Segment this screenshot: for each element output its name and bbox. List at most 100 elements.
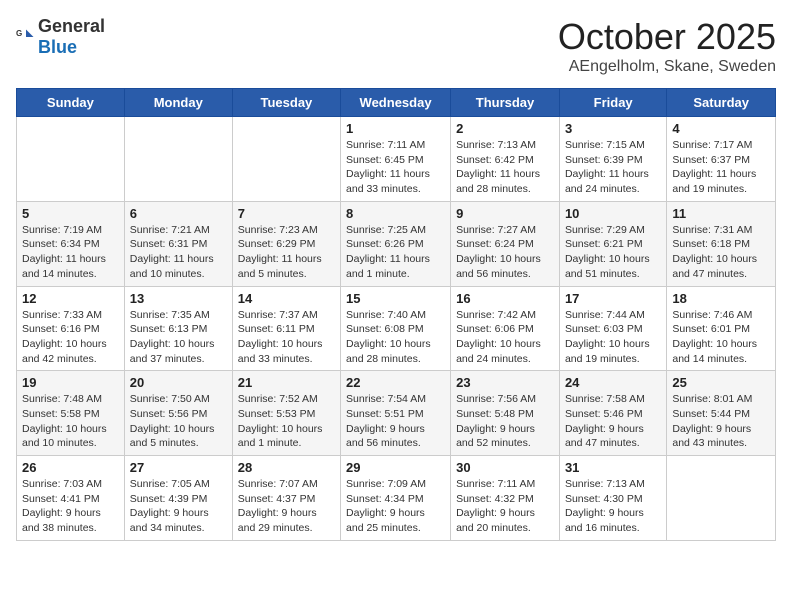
dow-header: Friday <box>559 89 666 117</box>
day-number: 19 <box>22 375 119 390</box>
calendar-cell: 16 Sunrise: 7:42 AM Sunset: 6:06 PM Dayli… <box>451 286 560 371</box>
logo: G General Blue <box>16 16 105 58</box>
day-number: 16 <box>456 291 554 306</box>
day-info: Sunrise: 7:09 AM Sunset: 4:34 PM Dayligh… <box>346 477 445 536</box>
day-number: 8 <box>346 206 445 221</box>
calendar-cell: 1Sunrise: 7:11 AM Sunset: 6:45 PM Daylig… <box>341 117 451 202</box>
calendar-week-row: 19 Sunrise: 7:48 AM Sunset: 5:58 PM Dayli… <box>17 371 776 456</box>
day-number: 14 <box>238 291 335 306</box>
calendar-week-row: 5Sunrise: 7:19 AM Sunset: 6:34 PM Daylig… <box>17 201 776 286</box>
days-of-week-row: SundayMondayTuesdayWednesdayThursdayFrid… <box>17 89 776 117</box>
calendar-cell: 12 Sunrise: 7:33 AM Sunset: 6:16 PM Dayli… <box>17 286 125 371</box>
calendar-cell: 25 Sunrise: 8:01 AM Sunset: 5:44 PM Dayli… <box>667 371 776 456</box>
logo-blue-text: Blue <box>38 37 77 57</box>
day-number: 25 <box>672 375 770 390</box>
title-area: October 2025 AEngelholm, Skane, Sweden <box>558 16 776 76</box>
day-info: Sunrise: 7:19 AM Sunset: 6:34 PM Dayligh… <box>22 223 119 282</box>
calendar-cell: 22 Sunrise: 7:54 AM Sunset: 5:51 PM Dayli… <box>341 371 451 456</box>
day-number: 10 <box>565 206 661 221</box>
calendar-cell: 30Sunrise: 7:11 AM Sunset: 4:32 PM Dayli… <box>451 456 560 541</box>
day-info: Sunrise: 7:42 AM Sunset: 6:06 PM Dayligh… <box>456 308 554 367</box>
calendar-cell: 9 Sunrise: 7:27 AM Sunset: 6:24 PM Daylig… <box>451 201 560 286</box>
day-info: Sunrise: 7:44 AM Sunset: 6:03 PM Dayligh… <box>565 308 661 367</box>
calendar-table: SundayMondayTuesdayWednesdayThursdayFrid… <box>16 88 776 541</box>
month-title: October 2025 <box>558 16 776 58</box>
calendar-cell: 27 Sunrise: 7:05 AM Sunset: 4:39 PM Dayli… <box>124 456 232 541</box>
day-number: 30 <box>456 460 554 475</box>
day-number: 3 <box>565 121 661 136</box>
calendar-cell: 6 Sunrise: 7:21 AM Sunset: 6:31 PM Daylig… <box>124 201 232 286</box>
day-number: 31 <box>565 460 661 475</box>
day-info: Sunrise: 7:03 AM Sunset: 4:41 PM Dayligh… <box>22 477 119 536</box>
svg-text:G: G <box>16 29 22 38</box>
calendar-cell: 21 Sunrise: 7:52 AM Sunset: 5:53 PM Dayli… <box>232 371 340 456</box>
day-number: 1 <box>346 121 445 136</box>
day-info: Sunrise: 7:40 AM Sunset: 6:08 PM Dayligh… <box>346 308 445 367</box>
calendar-cell: 31Sunrise: 7:13 AM Sunset: 4:30 PM Dayli… <box>559 456 666 541</box>
day-info: Sunrise: 7:54 AM Sunset: 5:51 PM Dayligh… <box>346 392 445 451</box>
day-number: 27 <box>130 460 227 475</box>
day-info: Sunrise: 7:35 AM Sunset: 6:13 PM Dayligh… <box>130 308 227 367</box>
day-number: 15 <box>346 291 445 306</box>
day-number: 23 <box>456 375 554 390</box>
day-info: Sunrise: 7:58 AM Sunset: 5:46 PM Dayligh… <box>565 392 661 451</box>
calendar-week-row: 12 Sunrise: 7:33 AM Sunset: 6:16 PM Dayli… <box>17 286 776 371</box>
day-number: 29 <box>346 460 445 475</box>
calendar-cell: 20 Sunrise: 7:50 AM Sunset: 5:56 PM Dayli… <box>124 371 232 456</box>
calendar-cell: 11 Sunrise: 7:31 AM Sunset: 6:18 PM Dayli… <box>667 201 776 286</box>
calendar-cell: 4Sunrise: 7:17 AM Sunset: 6:37 PM Daylig… <box>667 117 776 202</box>
dow-header: Wednesday <box>341 89 451 117</box>
day-info: Sunrise: 7:37 AM Sunset: 6:11 PM Dayligh… <box>238 308 335 367</box>
calendar-week-row: 26Sunrise: 7:03 AM Sunset: 4:41 PM Dayli… <box>17 456 776 541</box>
calendar-cell: 10Sunrise: 7:29 AM Sunset: 6:21 PM Dayli… <box>559 201 666 286</box>
dow-header: Monday <box>124 89 232 117</box>
day-info: Sunrise: 7:05 AM Sunset: 4:39 PM Dayligh… <box>130 477 227 536</box>
calendar-cell: 28Sunrise: 7:07 AM Sunset: 4:37 PM Dayli… <box>232 456 340 541</box>
calendar-cell: 13 Sunrise: 7:35 AM Sunset: 6:13 PM Dayli… <box>124 286 232 371</box>
day-number: 6 <box>130 206 227 221</box>
day-number: 7 <box>238 206 335 221</box>
day-number: 13 <box>130 291 227 306</box>
calendar-cell: 19 Sunrise: 7:48 AM Sunset: 5:58 PM Dayli… <box>17 371 125 456</box>
day-info: Sunrise: 7:52 AM Sunset: 5:53 PM Dayligh… <box>238 392 335 451</box>
day-info: Sunrise: 7:21 AM Sunset: 6:31 PM Dayligh… <box>130 223 227 282</box>
day-info: Sunrise: 7:46 AM Sunset: 6:01 PM Dayligh… <box>672 308 770 367</box>
day-info: Sunrise: 7:07 AM Sunset: 4:37 PM Dayligh… <box>238 477 335 536</box>
day-number: 9 <box>456 206 554 221</box>
day-number: 4 <box>672 121 770 136</box>
logo-general-text: General <box>38 16 105 36</box>
calendar-cell: 26Sunrise: 7:03 AM Sunset: 4:41 PM Dayli… <box>17 456 125 541</box>
day-number: 22 <box>346 375 445 390</box>
dow-header: Tuesday <box>232 89 340 117</box>
calendar-cell: 5Sunrise: 7:19 AM Sunset: 6:34 PM Daylig… <box>17 201 125 286</box>
calendar-cell <box>124 117 232 202</box>
day-info: Sunrise: 7:13 AM Sunset: 6:42 PM Dayligh… <box>456 138 554 197</box>
day-number: 21 <box>238 375 335 390</box>
day-number: 18 <box>672 291 770 306</box>
calendar-cell: 17 Sunrise: 7:44 AM Sunset: 6:03 PM Dayli… <box>559 286 666 371</box>
calendar-cell: 3 Sunrise: 7:15 AM Sunset: 6:39 PM Daylig… <box>559 117 666 202</box>
day-info: Sunrise: 8:01 AM Sunset: 5:44 PM Dayligh… <box>672 392 770 451</box>
day-number: 20 <box>130 375 227 390</box>
day-info: Sunrise: 7:15 AM Sunset: 6:39 PM Dayligh… <box>565 138 661 197</box>
day-info: Sunrise: 7:48 AM Sunset: 5:58 PM Dayligh… <box>22 392 119 451</box>
calendar-cell <box>667 456 776 541</box>
header: G General Blue October 2025 AEngelholm, … <box>16 16 776 76</box>
day-info: Sunrise: 7:27 AM Sunset: 6:24 PM Dayligh… <box>456 223 554 282</box>
day-info: Sunrise: 7:25 AM Sunset: 6:26 PM Dayligh… <box>346 223 445 282</box>
day-info: Sunrise: 7:31 AM Sunset: 6:18 PM Dayligh… <box>672 223 770 282</box>
day-number: 11 <box>672 206 770 221</box>
calendar-cell: 23 Sunrise: 7:56 AM Sunset: 5:48 PM Dayli… <box>451 371 560 456</box>
day-info: Sunrise: 7:56 AM Sunset: 5:48 PM Dayligh… <box>456 392 554 451</box>
calendar-body: 1Sunrise: 7:11 AM Sunset: 6:45 PM Daylig… <box>17 117 776 541</box>
day-number: 17 <box>565 291 661 306</box>
logo-icon: G <box>16 27 36 47</box>
calendar-cell: 24Sunrise: 7:58 AM Sunset: 5:46 PM Dayli… <box>559 371 666 456</box>
day-number: 12 <box>22 291 119 306</box>
day-info: Sunrise: 7:23 AM Sunset: 6:29 PM Dayligh… <box>238 223 335 282</box>
dow-header: Sunday <box>17 89 125 117</box>
day-info: Sunrise: 7:50 AM Sunset: 5:56 PM Dayligh… <box>130 392 227 451</box>
day-info: Sunrise: 7:33 AM Sunset: 6:16 PM Dayligh… <box>22 308 119 367</box>
calendar-cell <box>17 117 125 202</box>
calendar-cell: 7 Sunrise: 7:23 AM Sunset: 6:29 PM Daylig… <box>232 201 340 286</box>
